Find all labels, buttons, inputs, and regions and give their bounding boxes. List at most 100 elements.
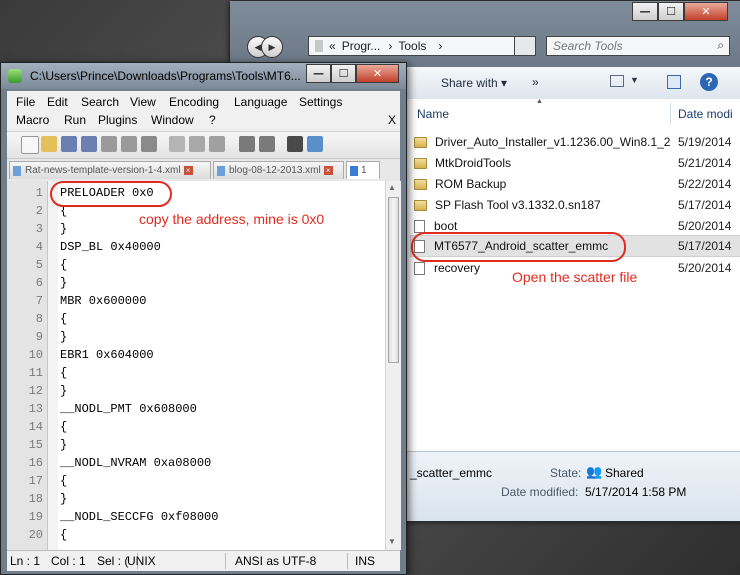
close-document-button[interactable]: X (388, 113, 396, 127)
minimize-button[interactable]: — (306, 64, 331, 83)
address-bar[interactable]: « Progr... › Tools › (308, 36, 536, 56)
menu-encoding[interactable]: Encoding (169, 95, 219, 109)
menu-language[interactable]: Language (234, 95, 287, 109)
folder-icon (414, 178, 427, 190)
line-number: 11 (28, 366, 43, 380)
tab-blog-xml[interactable]: blog-08-12-2013.xml × (213, 161, 344, 179)
shared-users-icon: 👥 (586, 464, 603, 479)
refresh-button[interactable] (514, 36, 536, 56)
tab-close-icon[interactable]: × (183, 166, 193, 175)
share-with-button[interactable]: Share with ▾ (441, 76, 507, 90)
address-crumb-tools[interactable]: Tools (398, 39, 426, 53)
window-title: C:\Users\Prince\Downloads\Programs\Tools… (30, 69, 301, 83)
status-selection: Sel : ( (97, 554, 129, 568)
details-modified-value: 5/17/2014 1:58 PM (585, 485, 687, 499)
maximize-button[interactable]: ☐ (658, 2, 684, 21)
vertical-scrollbar[interactable]: ▲ ▼ (385, 181, 401, 550)
menu-file[interactable]: File (16, 95, 35, 109)
view-options-icon[interactable] (610, 75, 624, 87)
menu-edit[interactable]: Edit (47, 95, 68, 109)
menu-help[interactable]: ? (209, 113, 216, 127)
address-crumb-programs[interactable]: Progr... (342, 39, 381, 53)
code-editor[interactable]: 1 PRELOADER 0x0 2{3} 4 DSP_BL 0x40000 5{6} 7 MB… (7, 181, 385, 550)
save-all-icon[interactable] (81, 136, 97, 152)
address-sep: › (438, 39, 443, 53)
replace-icon[interactable] (307, 136, 323, 152)
maximize-button[interactable]: ☐ (331, 64, 356, 83)
cut-icon[interactable] (169, 136, 185, 152)
forward-arrow-icon[interactable]: ▶ (261, 36, 283, 58)
open-file-icon[interactable] (41, 136, 57, 152)
code-line: } (60, 492, 68, 506)
column-header-date[interactable]: Date modi (678, 99, 733, 129)
highlight-oval-preloader (50, 181, 172, 207)
status-encoding: ANSI as UTF-8 (235, 554, 317, 568)
list-item[interactable]: MtkDroidTools (414, 153, 511, 173)
tab-close-icon[interactable]: × (323, 166, 333, 175)
close-all-icon[interactable] (121, 136, 137, 152)
print-icon[interactable] (141, 136, 157, 152)
menu-macro[interactable]: Macro (16, 113, 49, 127)
minimize-button[interactable]: — (632, 2, 658, 21)
column-divider (670, 103, 671, 125)
tab-rat-news-template[interactable]: Rat-news-template-version-1-4.xml × (9, 161, 211, 179)
search-input[interactable]: Search Tools ⌕ (546, 36, 730, 56)
menu-view[interactable]: View (130, 95, 156, 109)
status-column: Col : 1 (51, 554, 86, 568)
code-line: } (60, 276, 68, 290)
list-item[interactable]: Driver_Auto_Installer_v1.1236.00_Win8.1_… (414, 132, 670, 152)
tab-active[interactable]: 1 (346, 161, 380, 179)
details-state-label: State: (550, 466, 582, 480)
list-item[interactable]: ROM Backup (414, 174, 506, 194)
list-item-date: 5/19/2014 (678, 135, 732, 149)
more-commands-button[interactable]: » (532, 75, 539, 89)
code-line: EBR1 0x604000 (60, 348, 154, 362)
chevron-down-icon[interactable]: ▼ (630, 75, 639, 85)
close-button[interactable]: ✕ (356, 64, 399, 83)
menu-run[interactable]: Run (64, 113, 86, 127)
menu-plugins[interactable]: Plugins (98, 113, 137, 127)
line-number: 12 (28, 384, 43, 398)
toolbar (7, 131, 400, 159)
menu-settings[interactable]: Settings (299, 95, 342, 109)
scroll-up-icon[interactable]: ▲ (388, 183, 396, 192)
save-icon[interactable] (61, 136, 77, 152)
status-divider (225, 553, 226, 569)
fold-margin (48, 181, 58, 550)
close-file-icon[interactable] (101, 136, 117, 152)
document-tabs: Rat-news-template-version-1-4.xml × blog-… (7, 159, 400, 182)
annotation-copy-address: copy the address, mine is 0x0 (139, 211, 325, 227)
help-icon[interactable]: ? (700, 73, 718, 91)
new-file-icon[interactable] (21, 136, 39, 154)
copy-icon[interactable] (189, 136, 205, 152)
code-line: { (60, 528, 68, 542)
highlight-oval-scatter (411, 232, 626, 262)
undo-icon[interactable] (239, 136, 255, 152)
column-header-name[interactable]: Name (417, 99, 449, 129)
line-number: 5 (35, 258, 43, 272)
scroll-thumb[interactable] (388, 197, 399, 363)
menu-window[interactable]: Window (151, 113, 194, 127)
scroll-down-icon[interactable]: ▼ (388, 537, 396, 546)
line-number: 19 (28, 510, 43, 524)
code-line: } (60, 438, 68, 452)
code-line: { (60, 474, 68, 488)
list-item[interactable]: SP Flash Tool v3.1332.0.sn187 (414, 195, 601, 215)
title-bar: C:\Users\Prince\Downloads\Programs\Tools… (1, 63, 406, 89)
find-icon[interactable] (287, 136, 303, 152)
paste-icon[interactable] (209, 136, 225, 152)
code-line: { (60, 420, 68, 434)
close-button[interactable]: ✕ (684, 2, 728, 21)
line-number: 13 (28, 402, 43, 416)
file-icon (414, 261, 425, 275)
redo-icon[interactable] (259, 136, 275, 152)
details-state-value: Shared (605, 466, 644, 480)
line-number: 8 (35, 312, 43, 326)
preview-pane-icon[interactable] (667, 75, 681, 89)
address-sep: « (329, 39, 336, 53)
line-number: 20 (28, 528, 43, 542)
code-line: { (60, 258, 68, 272)
code-line: __NODL_PMT 0x608000 (60, 402, 197, 416)
list-item-date: 5/20/2014 (678, 219, 732, 233)
menu-search[interactable]: Search (81, 95, 119, 109)
